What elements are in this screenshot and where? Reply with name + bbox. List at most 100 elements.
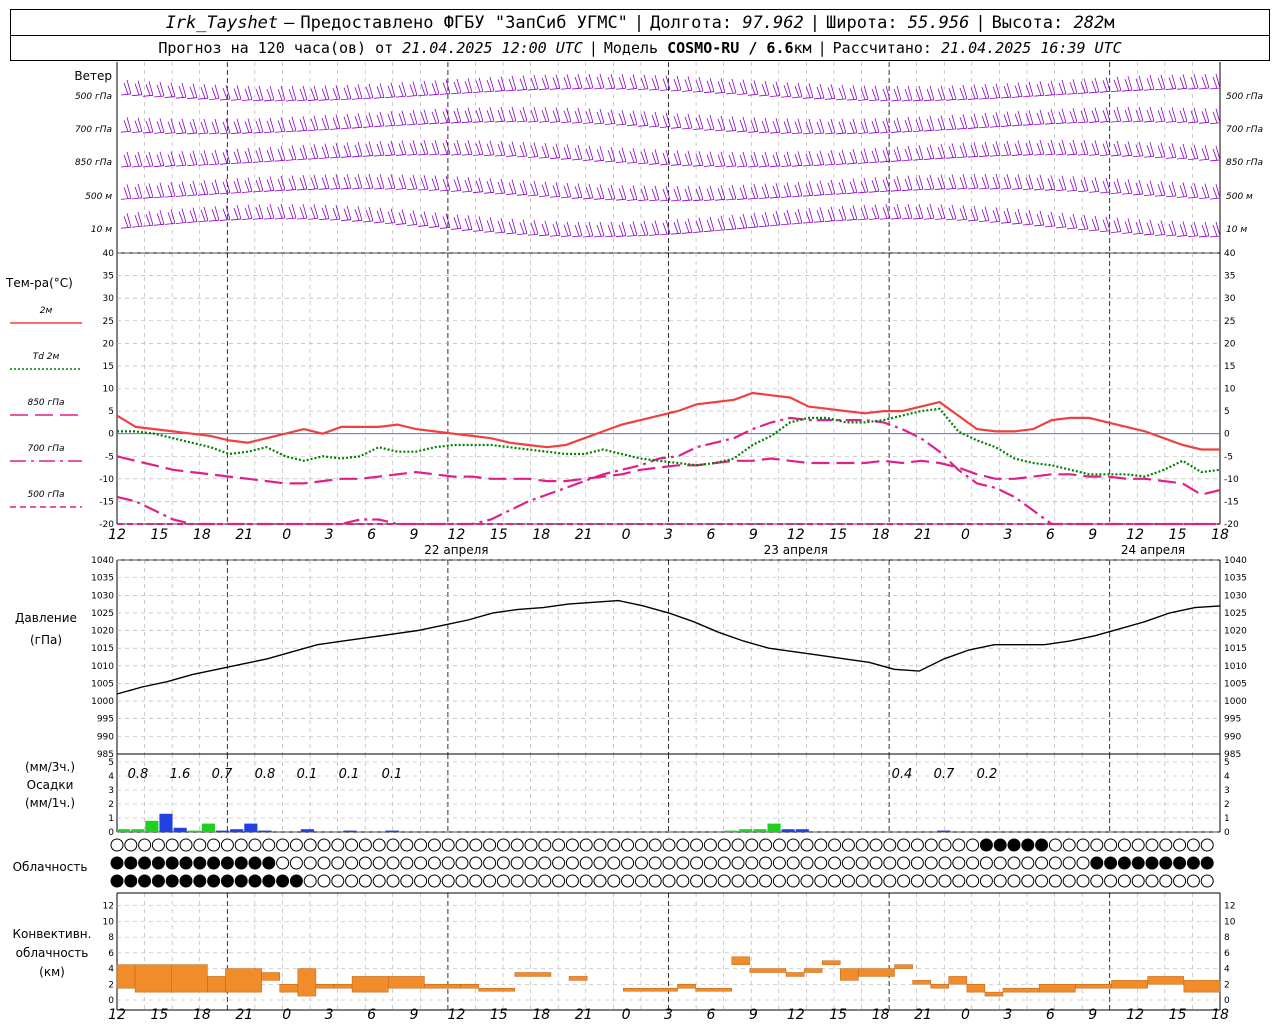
precip-tick-left: 0 <box>108 828 114 838</box>
wind-barb <box>538 156 550 159</box>
wind-barb <box>857 99 869 101</box>
wind-barb <box>1088 153 1100 156</box>
conv-bar <box>858 968 895 977</box>
cloud-symbol <box>427 856 441 870</box>
wind-barb-flag <box>1135 144 1141 156</box>
precip-label: (мм/1ч.) <box>25 796 75 810</box>
wind-barb <box>219 162 231 165</box>
wind-barb-flag <box>167 212 173 224</box>
wind-barb <box>813 164 825 166</box>
wind-barb-flag <box>849 121 855 133</box>
wind-barb-flag <box>893 179 899 191</box>
wind-barb <box>1022 223 1034 226</box>
wind-barb <box>868 218 880 220</box>
wind-barb-flag <box>640 114 646 126</box>
cloud-symbol <box>786 838 800 852</box>
wind-barb-flag <box>431 215 437 227</box>
cloud-symbol <box>731 838 745 852</box>
cloud-symbol <box>924 874 938 888</box>
wind-barb <box>164 132 176 135</box>
cloud-symbol <box>303 874 317 888</box>
precip-bar <box>187 830 201 832</box>
temp-tick-right: 35 <box>1224 272 1235 282</box>
wind-barb <box>637 88 649 91</box>
wind-barb <box>1099 230 1111 233</box>
wind-barb-flag <box>310 147 316 159</box>
x-tick-bottom: 0 <box>622 1007 631 1023</box>
wind-barb <box>1176 196 1188 198</box>
wind-barb <box>527 88 539 91</box>
wind-barb-flag <box>288 119 294 131</box>
cloud-symbol <box>910 874 924 888</box>
wind-barb <box>1165 195 1177 198</box>
temp-tick-right: 10 <box>1224 385 1236 395</box>
wind-barb <box>318 188 330 190</box>
cloud-symbol <box>552 874 566 888</box>
temp-tick-left: 0 <box>108 430 114 440</box>
cloud-symbol <box>786 874 800 888</box>
wind-barb-flag <box>343 116 349 128</box>
wind-barb-flag <box>1047 214 1053 227</box>
precip-tick-left: 3 <box>108 786 114 796</box>
conv-tick-right: 6 <box>1224 949 1230 959</box>
wind-barb-flag <box>926 147 932 159</box>
cloud-symbol <box>1090 874 1104 888</box>
wind-barb <box>560 121 572 124</box>
conv-bar <box>116 964 136 989</box>
precip-label: (мм/3ч.) <box>25 760 75 774</box>
wind-barb-flag <box>266 120 272 132</box>
wind-barb <box>857 162 869 164</box>
wind-barb <box>956 156 968 159</box>
wind-barb <box>670 164 682 166</box>
wind-barb <box>802 194 814 197</box>
wind-barb-flag <box>1135 78 1141 90</box>
wind-barb-flag <box>299 88 305 101</box>
wind-barb-flag <box>255 150 261 162</box>
wind-barb <box>505 232 517 235</box>
cloud-symbol <box>731 874 745 888</box>
wind-barb <box>406 95 418 97</box>
conv-bar <box>1183 980 1221 993</box>
wind-barb-flag <box>904 206 910 219</box>
wind-barb <box>835 219 847 222</box>
cloud-symbol <box>317 874 331 888</box>
cloud-symbol <box>938 838 952 852</box>
wind-barb-flag <box>1157 223 1163 235</box>
cloud-symbol <box>648 856 662 870</box>
conv-bar <box>894 964 913 969</box>
wind-barb <box>967 155 979 158</box>
wind-barb <box>1165 88 1177 90</box>
wind-barb <box>230 218 242 221</box>
wind-barb <box>318 218 330 221</box>
wind-barb-flag <box>277 206 283 219</box>
x-tick-top: 3 <box>325 527 334 543</box>
temp-tick-left: 10 <box>103 385 115 395</box>
wind-barb-flag <box>156 185 162 197</box>
wind-barb <box>1209 87 1221 90</box>
wind-barb <box>164 222 176 225</box>
wind-barb <box>890 99 902 102</box>
wind-barb <box>747 93 759 96</box>
wind-barb <box>692 231 704 233</box>
wind-barb-flag <box>629 151 635 163</box>
wind-barb-flag <box>464 179 470 192</box>
cloud-symbol <box>483 838 497 852</box>
wind-barb-flag <box>574 186 580 198</box>
wind-barb-flag <box>211 209 217 221</box>
wind-barb <box>571 121 583 124</box>
wind-barb <box>846 192 858 194</box>
wind-barb <box>197 193 209 196</box>
wind-barb-flag <box>145 120 151 133</box>
wind-barb-flag <box>387 143 393 155</box>
wind-barb-flag <box>1036 112 1042 124</box>
wind-barb-flag <box>926 118 932 131</box>
wind-barb-flag <box>816 153 822 165</box>
wind-barb <box>208 219 220 222</box>
wind-barb <box>1187 121 1199 124</box>
wind-barb <box>703 128 715 131</box>
precip-3h-label: 0.4 <box>892 767 913 782</box>
wind-barb <box>802 221 814 224</box>
wind-barb <box>230 98 242 101</box>
wind-barb <box>197 220 209 223</box>
wind-barb-flag <box>1135 222 1141 234</box>
